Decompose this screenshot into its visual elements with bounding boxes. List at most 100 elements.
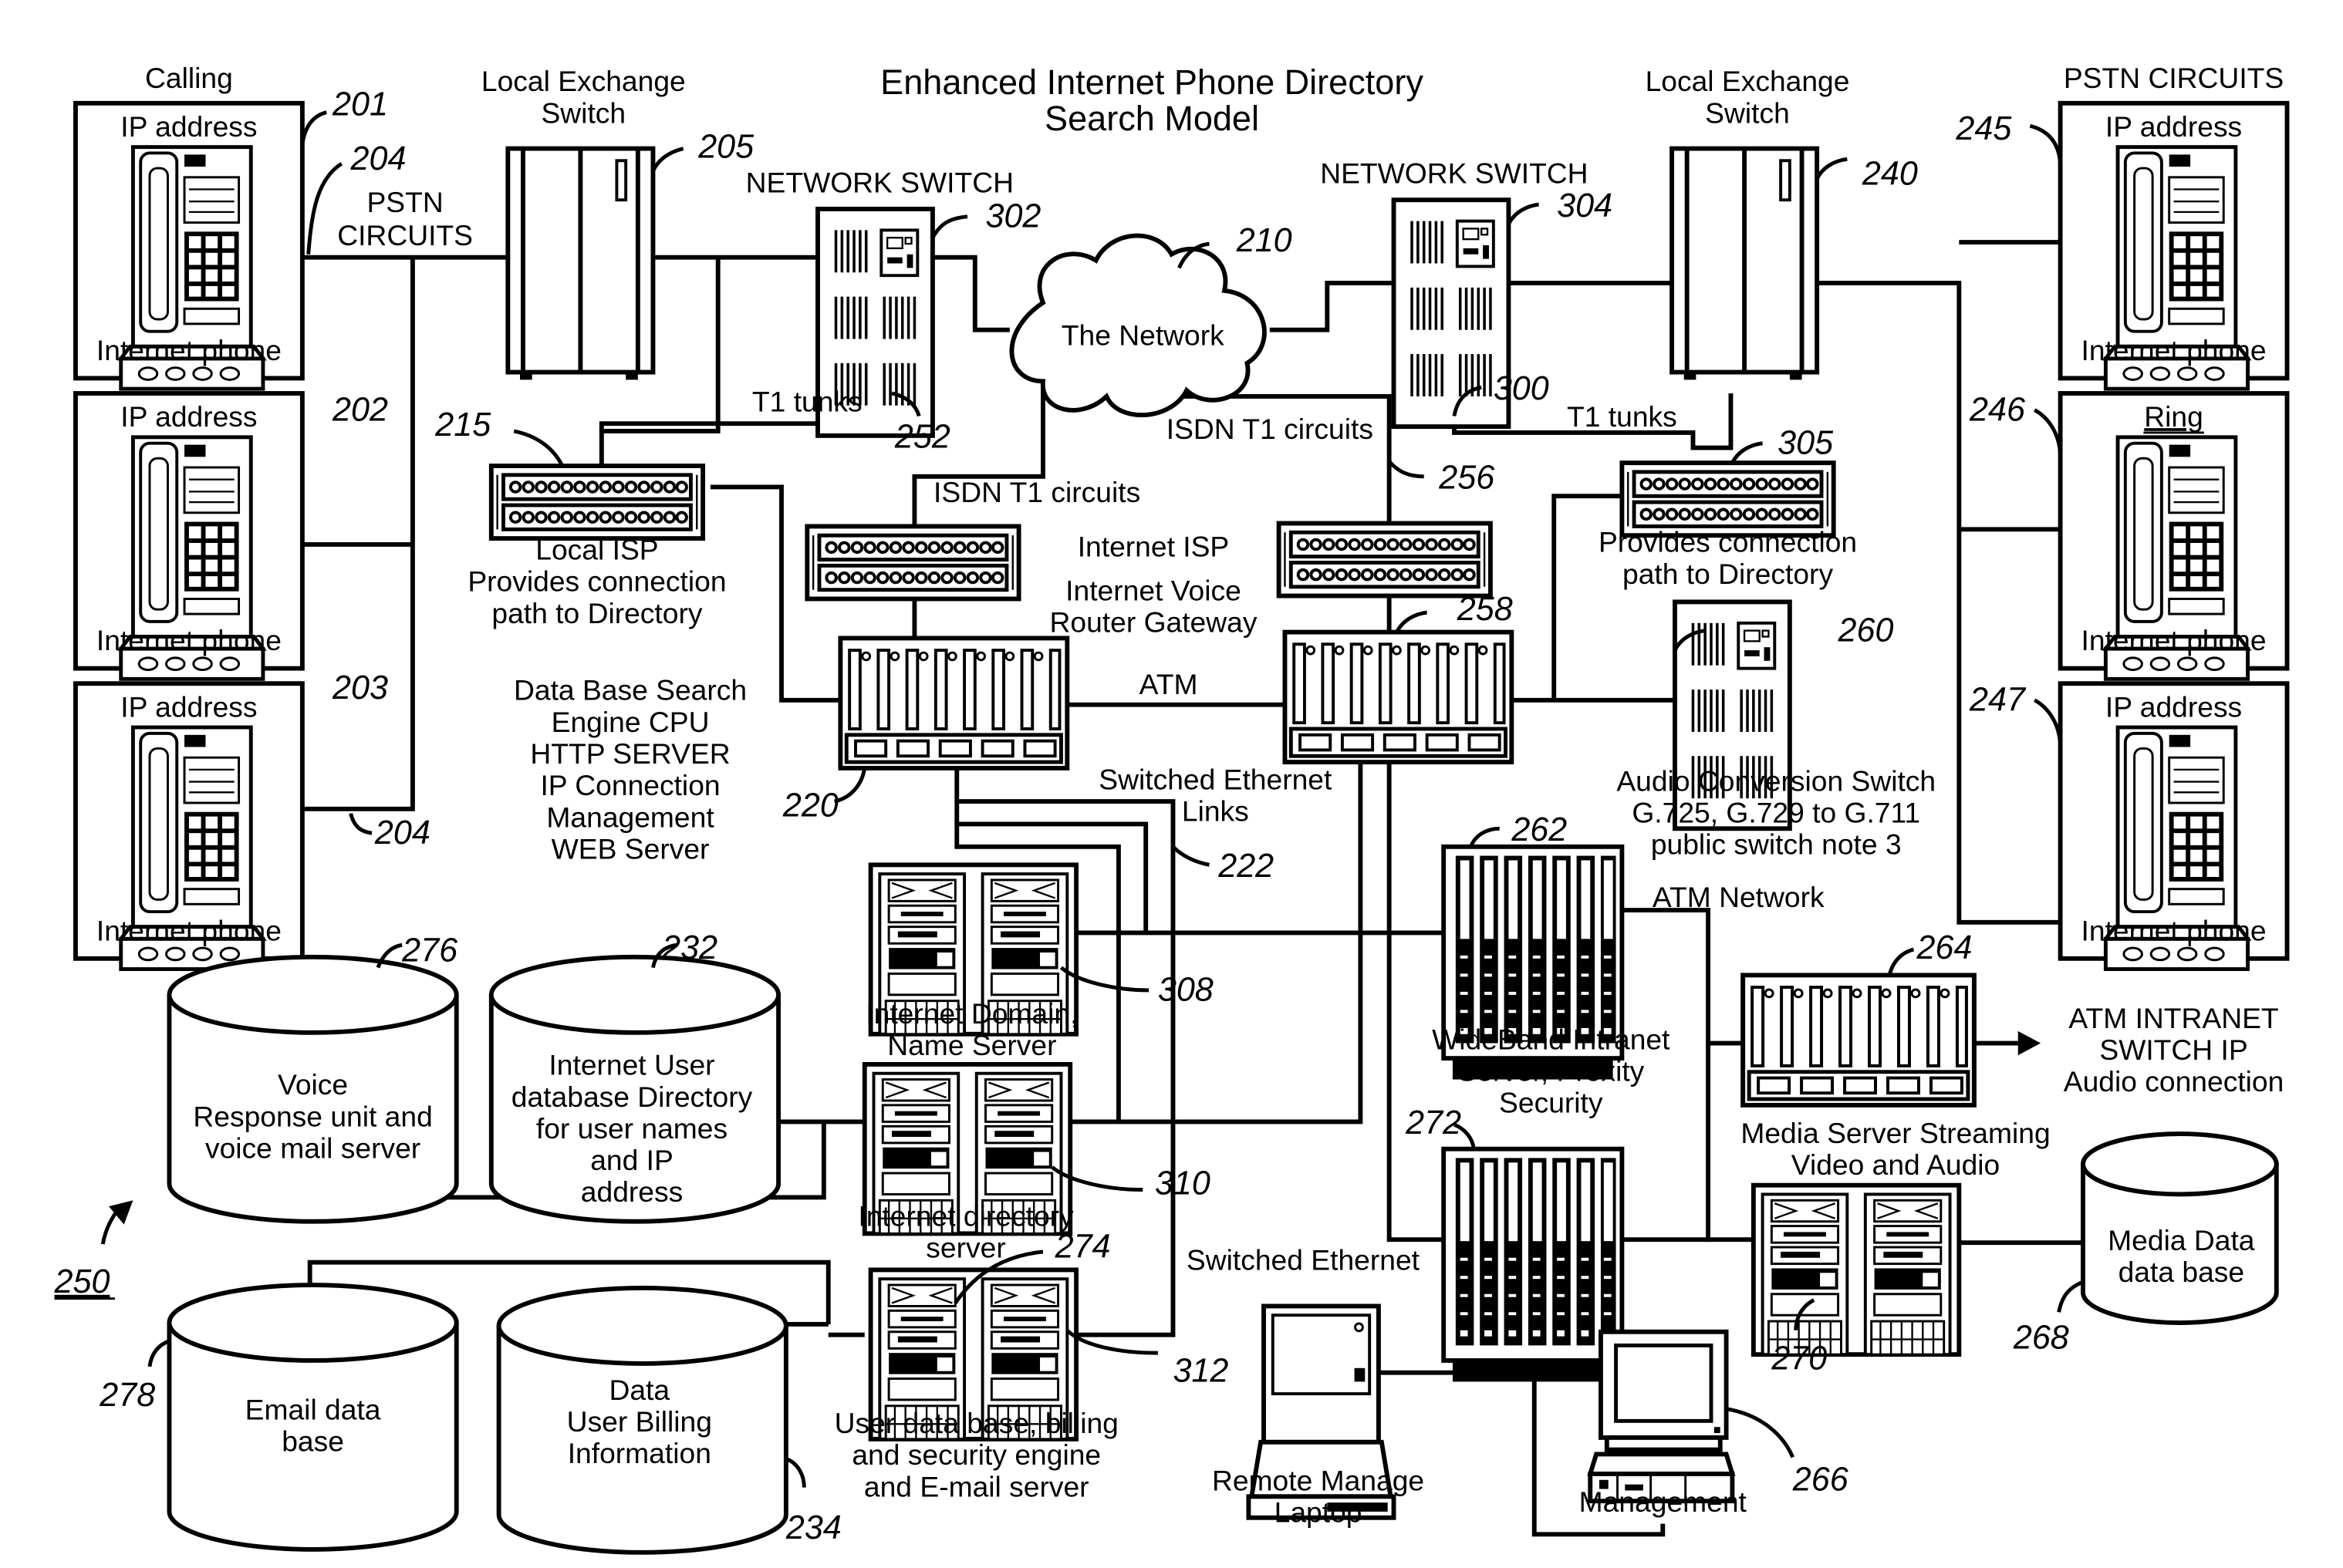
wideband-label-1: WideBand Intranet: [1432, 1023, 1670, 1055]
billing-db-label-2: User Billing: [567, 1405, 712, 1438]
isdn-right-label: ISDN T1 circuits: [1166, 413, 1373, 445]
user-db-label-5: address: [581, 1175, 683, 1208]
database-search-engine-label: Data Base Search Engine CPU HTTP SERVER …: [514, 674, 747, 865]
circuits-label: CIRCUITS: [337, 219, 473, 251]
phone-245: IP address Internet phone: [2058, 100, 2290, 389]
management-label: Management: [1579, 1485, 1747, 1518]
ref-250: 250: [54, 1263, 110, 1300]
ref-258: 258: [1457, 591, 1513, 628]
voice-db-label-2: Response unit and: [193, 1100, 432, 1132]
internet-isp-left-panel: [807, 526, 1018, 599]
pstn-circuits-right-label: PSTN CIRCUITS: [2064, 62, 2284, 94]
local-exchange-left-label-2: Switch: [541, 96, 626, 129]
atm-intranet-label-1: ATM INTRANET: [2068, 1002, 2278, 1034]
voice-gateway-label-2: Router Gateway: [1050, 606, 1258, 639]
network-diagram: Enhanced Internet Phone Directory Search…: [54, 62, 2290, 1568]
local-exchange-switch-205: [508, 149, 653, 380]
ref-240: 240: [1862, 156, 1918, 193]
user-db-server-label-3: and E-mail server: [864, 1470, 1089, 1502]
domain-server-label-1: Internet Domain,: [866, 997, 1078, 1030]
laptop-label-1: Remote Manage: [1212, 1464, 1424, 1496]
phone-top-label: IP address: [120, 400, 257, 433]
ref-222: 222: [1217, 848, 1274, 885]
phone-bottom-label: Internet phone: [96, 914, 282, 946]
phone-top-label: IP address: [120, 690, 257, 723]
diagram-title: Enhanced Internet Phone Directory: [880, 62, 1423, 102]
pstn-label: PSTN: [366, 186, 443, 218]
email-db-label-2: base: [282, 1425, 344, 1458]
network-switch-304: [1394, 200, 1509, 427]
internet-isp-right-panel: [1279, 524, 1491, 596]
voice-gateway-label-1: Internet Voice: [1065, 574, 1241, 606]
ref-256: 256: [1438, 459, 1494, 496]
isp-305: [1622, 463, 1833, 535]
atm-intranet-label-2: SWITCH IP: [2099, 1034, 2247, 1066]
t1-trunks-right-label: T1 tunks: [1567, 400, 1677, 433]
router-220: [840, 638, 1067, 768]
ref-274: 274: [1055, 1229, 1111, 1266]
the-network-cloud: The Network: [1009, 233, 1267, 418]
ref-264: 264: [1916, 929, 1972, 966]
atm-intranet-label-3: Audio connection: [2064, 1065, 2284, 1098]
db-search-line-1: Data Base Search: [514, 674, 747, 706]
ref-201: 201: [332, 86, 388, 123]
media-router-264: [1743, 975, 1974, 1105]
ref-234: 234: [785, 1509, 842, 1546]
db-search-line-3: HTTP SERVER: [530, 737, 730, 770]
local-exchange-switch-240: [1672, 149, 1817, 380]
network-switch-right-label: NETWORK SWITCH: [1320, 157, 1588, 190]
figure-250-arrow: [100, 1200, 133, 1245]
local-isp-215: [491, 466, 703, 538]
wideband-label-2: Server, Proxity: [1457, 1055, 1644, 1087]
media-db-label-1: Media Data: [2108, 1224, 2255, 1256]
local-isp-desc-1: Provides connection: [468, 565, 726, 598]
phone-201: IP address Internet phone: [73, 100, 305, 389]
router-258: [1285, 632, 1511, 763]
db-search-line-4: IP Connection: [540, 769, 720, 801]
phone-bottom-label: Internet phone: [2081, 914, 2267, 946]
laptop-label-2: Laptop: [1274, 1496, 1362, 1529]
switched-ethernet-label: Switched Ethernet: [1187, 1243, 1420, 1276]
local-exchange-left-label: Local Exchange: [481, 65, 686, 97]
audio-conversion-label-1: Audio Conversion Switch: [1616, 764, 1936, 797]
atm-label: ATM: [1139, 668, 1198, 700]
ref-268: 268: [2013, 1319, 2069, 1356]
diagram-subtitle: Search Model: [1045, 99, 1259, 138]
ref-262: 262: [1511, 811, 1567, 848]
ref-202: 202: [332, 391, 388, 428]
phone-top-label: IP address: [120, 110, 257, 143]
ref-302: 302: [985, 197, 1041, 234]
ref-300: 300: [1494, 370, 1549, 407]
switched-ethernet-links-label-2: Links: [1182, 795, 1249, 828]
phone-ring-label: Ring: [2144, 400, 2203, 433]
directory-server-label-1: Internet directory: [858, 1200, 1074, 1232]
user-db-server-label-1: User data base, billing: [835, 1407, 1119, 1439]
phone-top-label: IP address: [2105, 110, 2242, 143]
ref-246: 246: [1969, 391, 2025, 428]
ref-308: 308: [1158, 972, 1214, 1009]
ref-278: 278: [99, 1377, 155, 1414]
calling-label: Calling: [145, 62, 233, 94]
user-db-label-4: and IP: [590, 1144, 674, 1176]
phone-bottom-label: Internet phone: [2081, 624, 2267, 656]
audio-conversion-label-2: G.725, G.729 to G.711: [1632, 796, 1920, 828]
ref-204-bottom: 204: [374, 814, 430, 851]
phone-246: Ring Internet phone: [2058, 391, 2290, 679]
db-search-line-5: Management: [546, 801, 714, 833]
atm-network-label: ATM Network: [1653, 881, 1825, 913]
ref-252: 252: [894, 419, 950, 456]
local-exchange-right-label-2: Switch: [1705, 96, 1790, 129]
directory-server-label-2: server: [926, 1232, 1005, 1264]
ref-220: 220: [782, 787, 839, 824]
domain-server-label-2: Name Server: [887, 1029, 1056, 1061]
local-exchange-right-label: Local Exchange: [1646, 65, 1850, 97]
user-db-label-1: Internet User: [549, 1049, 714, 1081]
phone-bottom-label: Internet phone: [2081, 334, 2267, 366]
ref-266: 266: [1792, 1461, 1848, 1498]
ref-203: 203: [332, 669, 388, 706]
email-db-label-1: Email data: [245, 1393, 381, 1425]
switched-ethernet-links-label-1: Switched Ethernet: [1099, 763, 1332, 795]
the-network-label: The Network: [1062, 319, 1224, 351]
voice-db-label-1: Voice: [278, 1068, 348, 1101]
ref-205: 205: [697, 128, 755, 165]
